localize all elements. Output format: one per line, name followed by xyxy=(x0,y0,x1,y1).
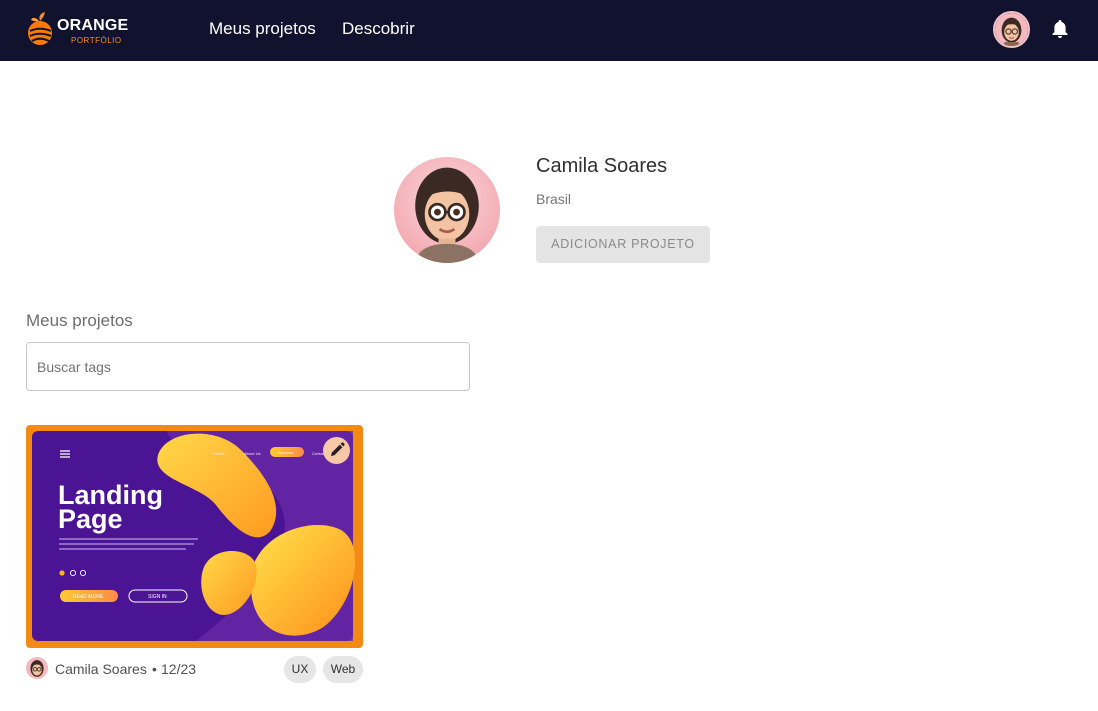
nav-my-projects[interactable]: Meus projetos xyxy=(209,19,316,39)
edit-project-button[interactable] xyxy=(323,437,350,464)
project-thumbnail: Home About Us Services Contact Landing P… xyxy=(26,425,363,648)
logo-subtitle: PORTFÓLIO xyxy=(71,36,122,45)
logo-title: ORANGE xyxy=(57,17,129,34)
avatar-icon xyxy=(26,657,48,679)
thumb-read-more: READ MORE xyxy=(73,594,104,600)
thumb-nav-cta: Services xyxy=(278,450,293,455)
top-navbar: ORANGE PORTFÓLIO Meus projetos Descobrir xyxy=(0,0,1098,61)
profile-name: Camila Soares xyxy=(536,155,668,177)
avatar-icon xyxy=(995,13,1028,46)
avatar-image xyxy=(394,157,500,263)
pencil-icon xyxy=(331,442,345,456)
thumb-nav-about: About Us xyxy=(244,451,260,456)
tag-chip[interactable]: UX xyxy=(284,656,316,683)
my-projects-heading: Meus projetos xyxy=(26,311,133,330)
bell-icon[interactable] xyxy=(1051,19,1069,39)
project-author: Camila Soares xyxy=(55,661,147,677)
author-avatar xyxy=(26,657,48,679)
thumb-heading-line2: Page xyxy=(58,504,123,534)
user-avatar-button[interactable] xyxy=(993,11,1030,48)
search-tags-input[interactable] xyxy=(26,342,470,391)
nav-discover[interactable]: Descobrir xyxy=(342,19,415,39)
thumb-sign-in: SIGN IN xyxy=(148,594,167,600)
project-card[interactable]: Home About Us Services Contact Landing P… xyxy=(26,425,363,648)
orange-logo-icon xyxy=(28,12,52,45)
thumb-nav-home: Home xyxy=(214,451,225,456)
add-project-button[interactable]: ADICIONAR PROJETO xyxy=(536,226,710,263)
tag-chip[interactable]: Web xyxy=(323,656,363,683)
profile-country: Brasil xyxy=(536,191,572,207)
project-date: 12/23 xyxy=(161,661,197,677)
profile-avatar xyxy=(394,157,500,263)
logo[interactable]: ORANGE PORTFÓLIO xyxy=(26,11,136,49)
meta-separator: • xyxy=(152,661,157,677)
